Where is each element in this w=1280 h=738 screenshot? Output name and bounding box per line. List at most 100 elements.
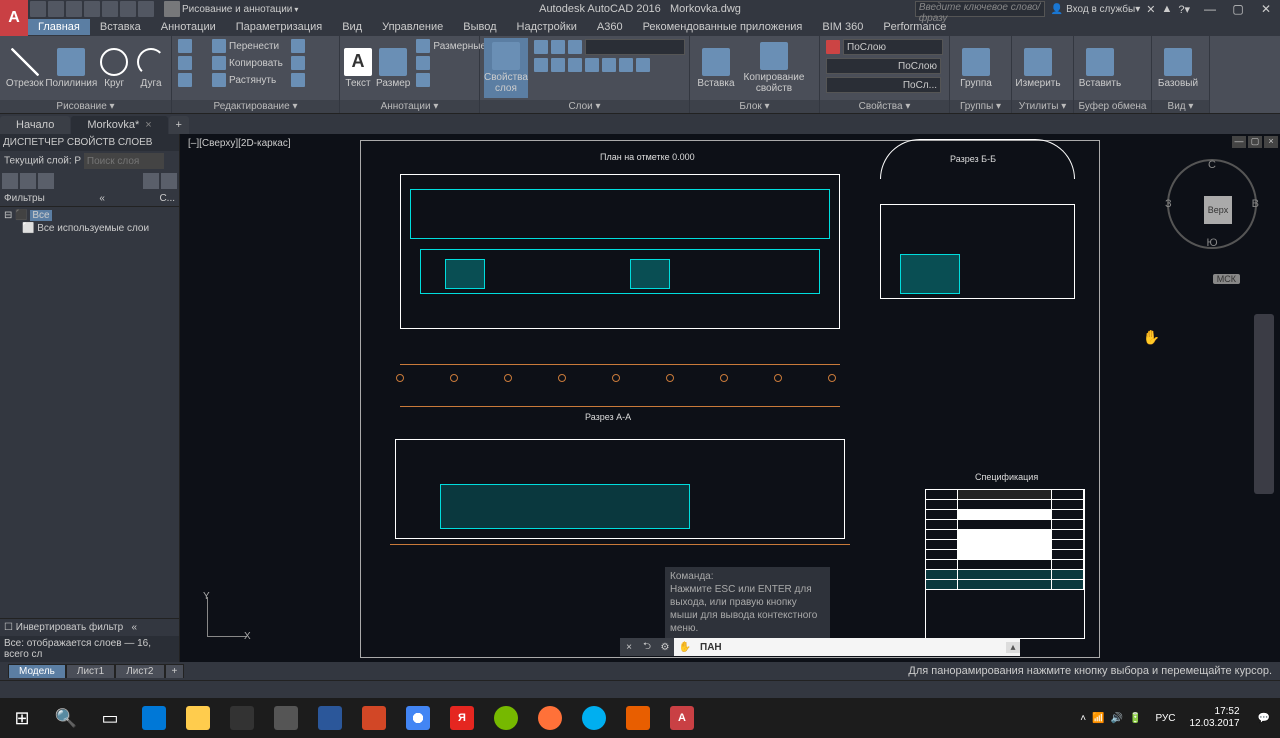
new-tab-button[interactable]: + xyxy=(169,116,189,134)
tray-up-icon[interactable]: ˄ xyxy=(1080,713,1086,724)
viewcube-top-face[interactable]: Верх xyxy=(1204,196,1232,224)
panel-layers-label[interactable]: Слои ▾ xyxy=(480,100,689,113)
line-button[interactable]: Отрезок xyxy=(4,38,45,98)
calc-app[interactable] xyxy=(264,698,308,738)
panel-props-label[interactable]: Свойства ▾ xyxy=(820,100,949,113)
doc-minimize-icon[interactable]: — xyxy=(1232,136,1246,148)
panel-groups-label[interactable]: Группы ▾ xyxy=(950,100,1011,113)
matchprops-button[interactable]: Копирование свойств xyxy=(742,38,806,98)
layout2-tab[interactable]: Лист2 xyxy=(115,664,164,678)
copy-button[interactable]: Копировать xyxy=(210,55,285,71)
taskview-button[interactable]: ▭ xyxy=(88,698,132,738)
layer-tools-row[interactable] xyxy=(532,57,687,73)
add-layout-button[interactable]: + xyxy=(165,664,185,678)
battery-icon[interactable]: 🔋 xyxy=(1129,713,1141,724)
group-button[interactable]: Группа xyxy=(954,38,998,98)
tab-bim360[interactable]: BIM 360 xyxy=(812,19,873,35)
infocenter-search[interactable]: Введите ключевое слово/фразу xyxy=(915,1,1045,17)
maximize-button[interactable]: ▢ xyxy=(1224,0,1252,18)
explorer-app[interactable] xyxy=(176,698,220,738)
mirror-icon[interactable] xyxy=(176,72,206,88)
layer-filter-tree[interactable]: ⊟ ⬛ Все ⬜ Все используемые слои xyxy=(0,207,179,618)
circle-button[interactable]: Круг xyxy=(97,38,131,98)
tab-parametric[interactable]: Параметризация xyxy=(226,19,332,35)
cmd-config-icon[interactable]: ⚙ xyxy=(656,638,674,656)
layer-delete-icon[interactable] xyxy=(38,173,54,189)
qat-plot-icon[interactable] xyxy=(102,1,118,17)
model-tab[interactable]: Модель xyxy=(8,664,66,678)
language-indicator[interactable]: РУС xyxy=(1149,713,1181,724)
tab-annotate[interactable]: Аннотации xyxy=(151,19,226,35)
move-icon[interactable] xyxy=(176,38,206,54)
vlc-app[interactable] xyxy=(616,698,660,738)
leader-icon[interactable] xyxy=(414,55,488,71)
layer-settings-icon[interactable] xyxy=(161,173,177,189)
drawing-tab[interactable]: Morkovka*× xyxy=(71,116,167,134)
tab-manage[interactable]: Управление xyxy=(372,19,453,35)
doc-close-icon[interactable]: × xyxy=(1264,136,1278,148)
drawing-canvas[interactable]: [–][Сверху][2D-каркас] — ▢ × План на отм… xyxy=(180,134,1280,662)
panel-block-label[interactable]: Блок ▾ xyxy=(690,100,819,113)
panel-modify-label[interactable]: Редактирование ▾ xyxy=(172,100,339,113)
volume-icon[interactable]: 🔊 xyxy=(1111,713,1123,724)
store-app[interactable] xyxy=(220,698,264,738)
autocad-app[interactable]: A xyxy=(660,698,704,738)
close-button[interactable]: ✕ xyxy=(1252,0,1280,18)
edge-app[interactable] xyxy=(132,698,176,738)
tab-home[interactable]: Главная xyxy=(28,19,90,35)
stretch-button[interactable]: Растянуть xyxy=(210,72,285,88)
minimize-button[interactable]: — xyxy=(1196,0,1224,18)
dimension-button[interactable]: Размер xyxy=(376,38,410,98)
start-tab[interactable]: Начало xyxy=(0,116,70,134)
qat-saveas-icon[interactable] xyxy=(84,1,100,17)
help2-icon[interactable]: ?▾ xyxy=(1178,3,1190,16)
tab-a360[interactable]: A360 xyxy=(587,19,633,35)
panel-view-label[interactable]: Вид ▾ xyxy=(1152,100,1209,113)
qat-undo-icon[interactable] xyxy=(120,1,136,17)
doc-restore-icon[interactable]: ▢ xyxy=(1248,136,1262,148)
ltype-combo[interactable]: ПоСл... xyxy=(824,76,945,94)
ucs-msk-badge[interactable]: МСК xyxy=(1213,274,1240,284)
command-input[interactable]: ПАН xyxy=(696,642,1006,653)
trim-icon[interactable] xyxy=(289,38,307,54)
table-icon[interactable] xyxy=(414,72,488,88)
chrome-app[interactable] xyxy=(396,698,440,738)
viewport-controls[interactable]: [–][Сверху][2D-каркас] xyxy=(188,138,291,149)
lweight-combo[interactable]: ПоСлою xyxy=(824,57,945,75)
tab-addins[interactable]: Надстройки xyxy=(507,19,587,35)
tab-close-icon[interactable]: × xyxy=(145,119,151,131)
insert-block-button[interactable]: Вставка xyxy=(694,38,738,98)
dimlinear-button[interactable]: Размерные xyxy=(414,38,488,54)
workspace-label[interactable]: Рисование и аннотации xyxy=(182,4,292,15)
qat-new-icon[interactable] xyxy=(30,1,46,17)
yandex-app[interactable]: Я xyxy=(440,698,484,738)
layer-states-icon[interactable] xyxy=(143,173,159,189)
layer-combo[interactable] xyxy=(585,39,685,55)
cmd-recent-icon[interactable]: ⮌ xyxy=(638,638,656,656)
action-center-icon[interactable]: 💬 xyxy=(1248,713,1280,724)
panel-clip-label[interactable]: Буфер обмена xyxy=(1074,100,1151,113)
qat-redo-icon[interactable] xyxy=(138,1,154,17)
panel-utils-label[interactable]: Утилиты ▾ xyxy=(1012,100,1073,113)
arc-button[interactable]: Дуга xyxy=(135,38,167,98)
app-logo[interactable]: A xyxy=(0,0,28,36)
panel-annot-label[interactable]: Аннотации ▾ xyxy=(340,100,479,113)
command-line[interactable]: × ⮌ ⚙ ✋ ПАН ▴ xyxy=(620,638,1020,656)
navigation-bar[interactable] xyxy=(1254,314,1274,494)
move-button[interactable]: Перенести xyxy=(210,38,285,54)
paste-button[interactable]: Вставить xyxy=(1078,38,1122,98)
utorrent-app[interactable] xyxy=(484,698,528,738)
filters-header[interactable]: Фильтры«С... xyxy=(0,191,179,207)
array-icon[interactable] xyxy=(289,72,307,88)
invert-filter-check[interactable]: ☐ Инвертировать фильтр « xyxy=(0,618,179,636)
layer-state-row[interactable] xyxy=(532,38,687,56)
tab-insert[interactable]: Вставка xyxy=(90,19,151,35)
tab-featured[interactable]: Рекомендованные приложения xyxy=(633,19,813,35)
help-icon[interactable]: ▲ xyxy=(1161,3,1172,15)
exchange-icon[interactable]: ✕ xyxy=(1146,3,1155,16)
tab-output[interactable]: Вывод xyxy=(453,19,506,35)
color-combo[interactable]: ПоСлою xyxy=(824,38,945,56)
measure-button[interactable]: Измерить xyxy=(1016,38,1060,98)
workspace-icon[interactable] xyxy=(164,1,180,17)
layer-search-input[interactable] xyxy=(84,153,164,169)
